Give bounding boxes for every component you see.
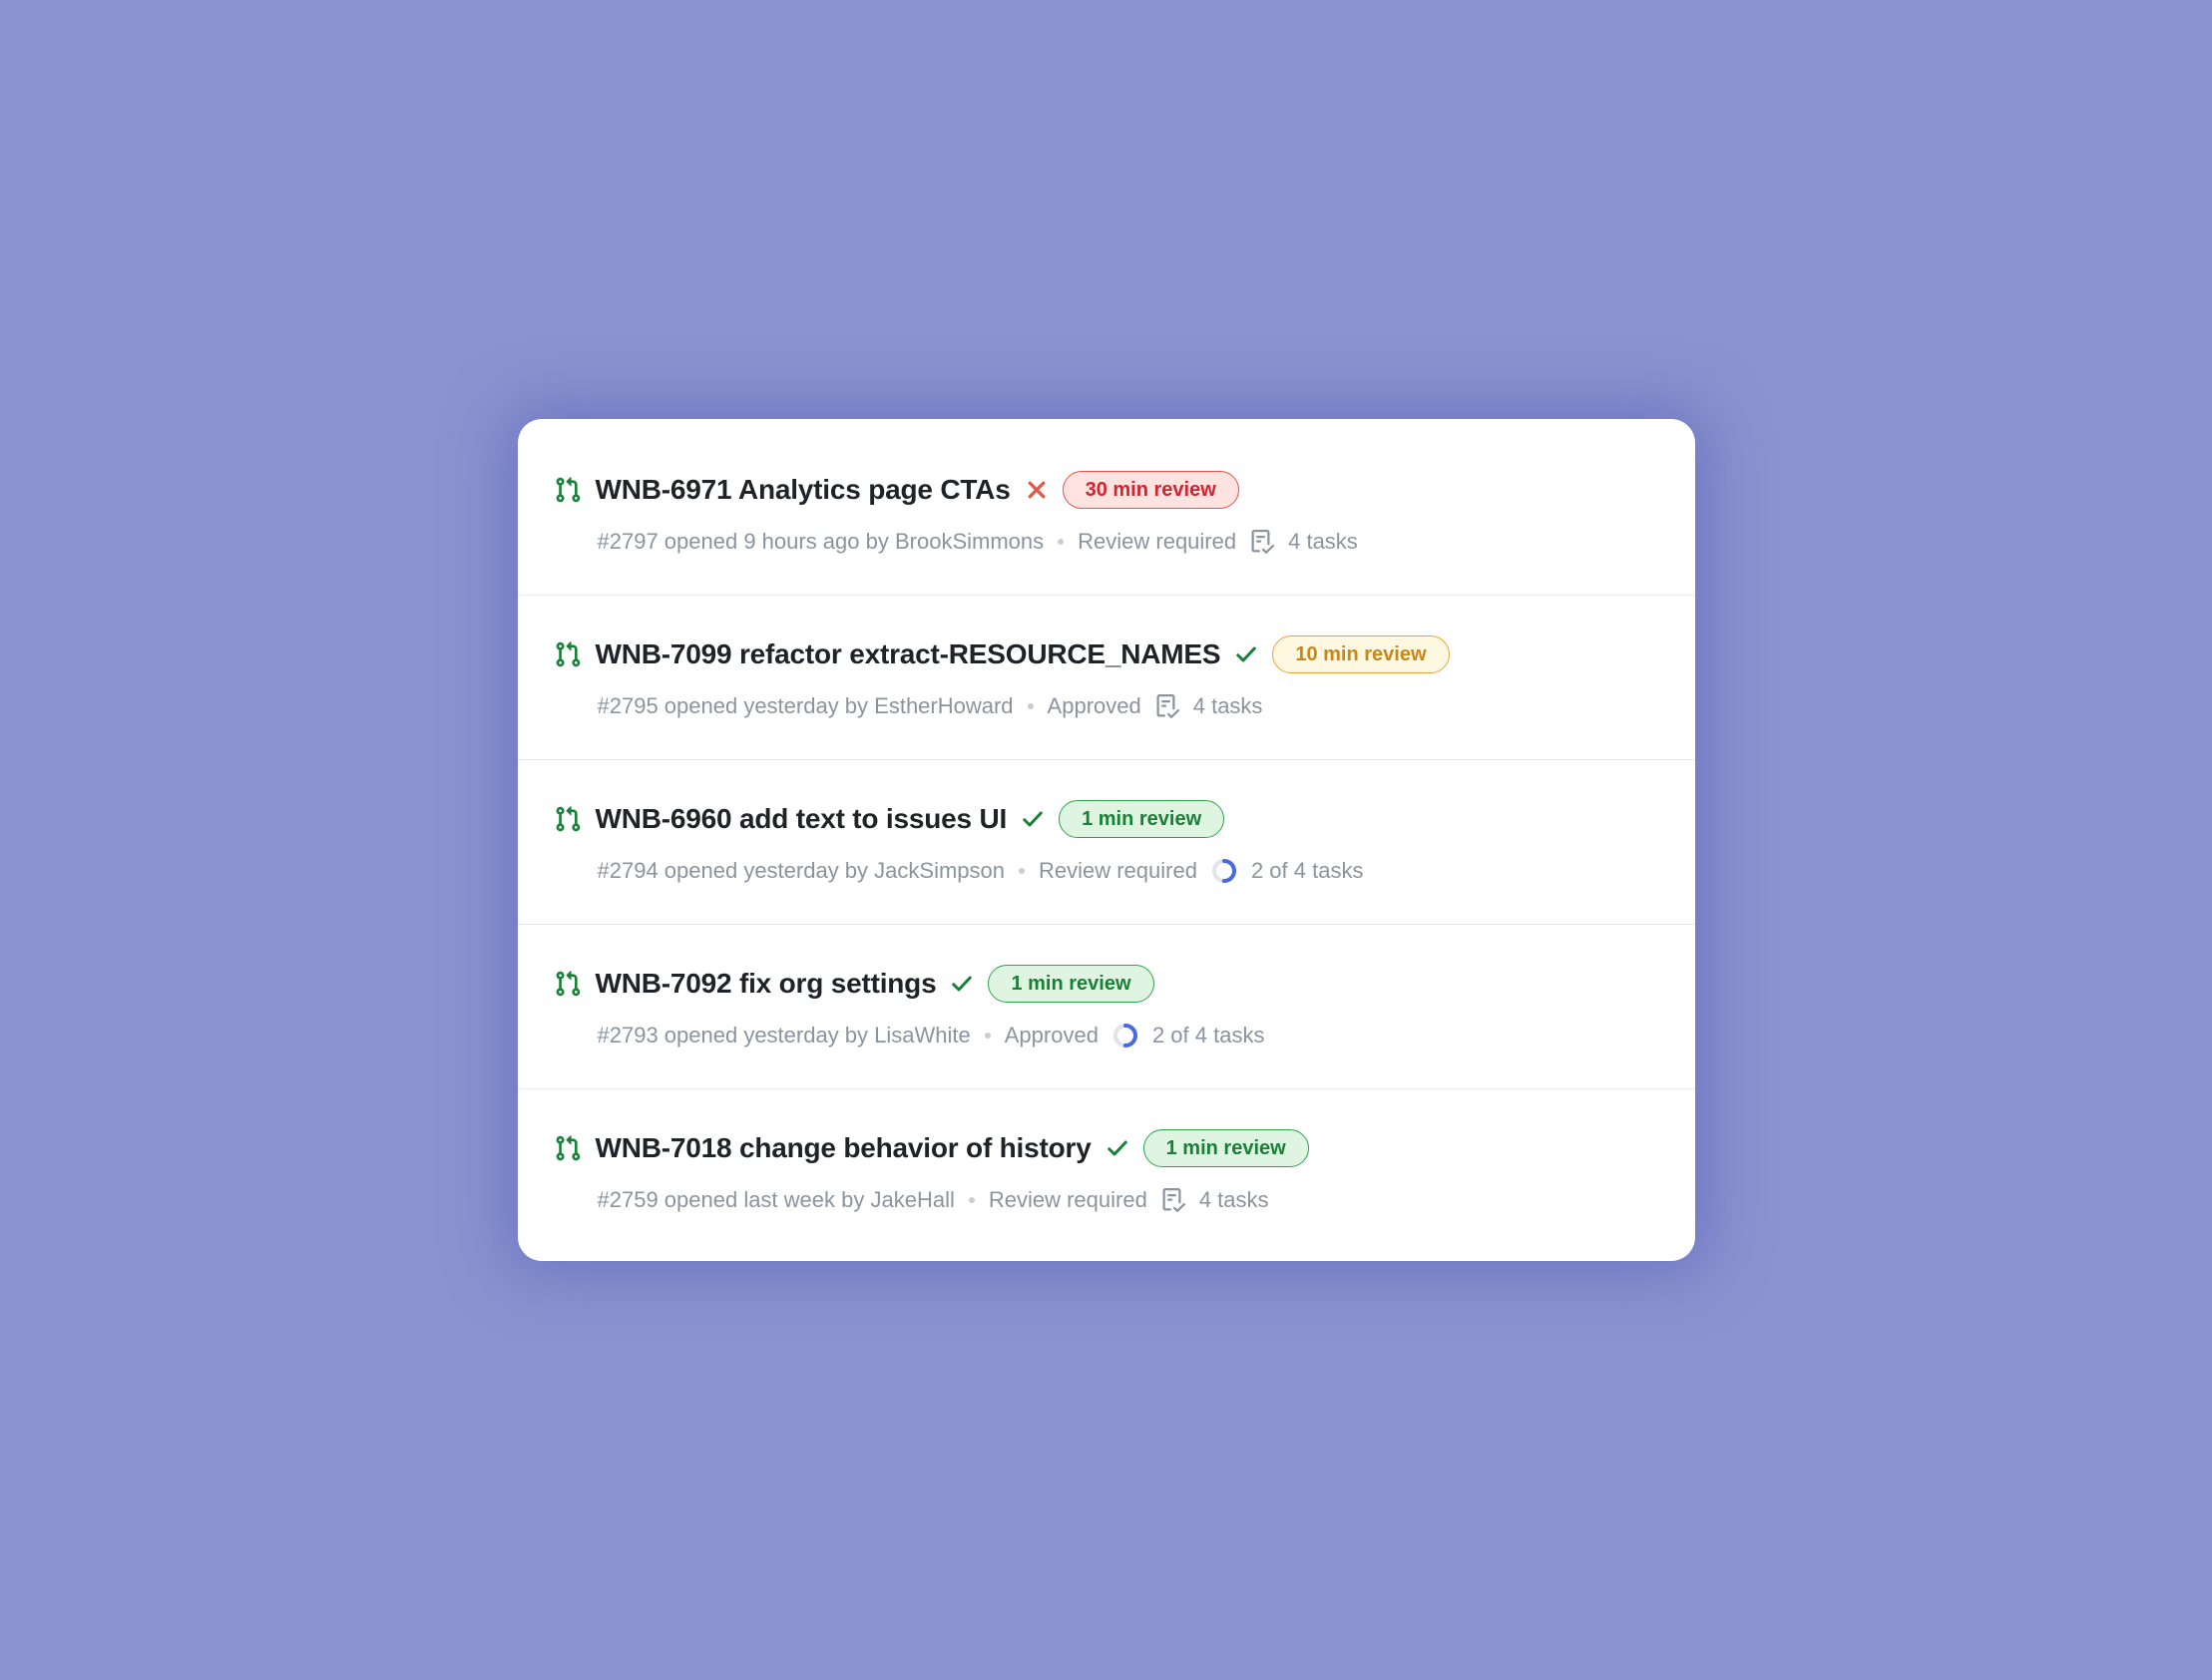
review-status-text: Review required (1078, 529, 1236, 555)
review-time-badge: 30 min review (1063, 471, 1239, 509)
pr-title-row: WNB-7099 refactor extract-RESOURCE_NAMES… (554, 635, 1647, 673)
pull-request-icon (554, 640, 582, 668)
pr-title[interactable]: WNB-6971 Analytics page CTAs (596, 474, 1011, 506)
pr-meta-row: #2797 opened 9 hours ago by BrookSimmons… (554, 529, 1647, 555)
pr-meta-row: #2794 opened yesterday by JackSimpson Re… (554, 858, 1647, 884)
pr-meta-row: #2793 opened yesterday by LisaWhite Appr… (554, 1023, 1647, 1049)
review-status-text: Approved (1048, 693, 1141, 719)
review-status-text: Approved (1005, 1023, 1099, 1049)
separator-dot (1028, 703, 1034, 709)
pull-request-icon (554, 1134, 582, 1162)
pull-request-icon (554, 476, 582, 504)
tasks-label: 2 of 4 tasks (1251, 858, 1364, 884)
tasks-label: 4 tasks (1288, 529, 1358, 555)
check-icon (1021, 807, 1045, 831)
pr-title-row: WNB-7092 fix org settings 1 min review (554, 965, 1647, 1003)
checklist-icon (1155, 694, 1179, 718)
separator-dot (1058, 539, 1064, 545)
review-time-badge: 1 min review (1059, 800, 1224, 838)
pr-title-row: WNB-6960 add text to issues UI 1 min rev… (554, 800, 1647, 838)
pr-item[interactable]: WNB-7092 fix org settings 1 min review #… (518, 925, 1695, 1089)
pr-title[interactable]: WNB-6960 add text to issues UI (596, 803, 1008, 835)
pr-meta-text: #2759 opened last week by JakeHall (598, 1187, 955, 1213)
review-time-badge: 1 min review (988, 965, 1153, 1003)
review-time-badge: 1 min review (1143, 1129, 1309, 1167)
review-status-text: Review required (989, 1187, 1147, 1213)
pr-meta-text: #2794 opened yesterday by JackSimpson (598, 858, 1005, 884)
pr-title[interactable]: WNB-7018 change behavior of history (596, 1132, 1092, 1164)
tasks-label: 4 tasks (1193, 693, 1263, 719)
tasks-label: 2 of 4 tasks (1152, 1023, 1265, 1049)
progress-ring-icon (1112, 1023, 1138, 1049)
pr-title[interactable]: WNB-7092 fix org settings (596, 968, 937, 1000)
check-icon (1234, 642, 1258, 666)
checklist-icon (1161, 1188, 1185, 1212)
separator-dot (969, 1197, 975, 1203)
pr-item[interactable]: WNB-6960 add text to issues UI 1 min rev… (518, 760, 1695, 925)
pr-title-row: WNB-7018 change behavior of history 1 mi… (554, 1129, 1647, 1167)
pr-item[interactable]: WNB-7018 change behavior of history 1 mi… (518, 1089, 1695, 1241)
separator-dot (985, 1033, 991, 1039)
pr-title[interactable]: WNB-7099 refactor extract-RESOURCE_NAMES (596, 638, 1221, 670)
pull-request-icon (554, 970, 582, 998)
pr-meta-text: #2795 opened yesterday by EstherHoward (598, 693, 1014, 719)
pr-meta-text: #2793 opened yesterday by LisaWhite (598, 1023, 971, 1049)
pr-meta-row: #2759 opened last week by JakeHall Revie… (554, 1187, 1647, 1213)
progress-ring-icon (1211, 858, 1237, 884)
review-status-text: Review required (1039, 858, 1197, 884)
checklist-icon (1250, 530, 1274, 554)
pr-title-row: WNB-6971 Analytics page CTAs 30 min revi… (554, 471, 1647, 509)
pr-meta-row: #2795 opened yesterday by EstherHoward A… (554, 693, 1647, 719)
pr-item[interactable]: WNB-7099 refactor extract-RESOURCE_NAMES… (518, 596, 1695, 760)
pr-meta-text: #2797 opened 9 hours ago by BrookSimmons (598, 529, 1045, 555)
separator-dot (1019, 868, 1025, 874)
pr-item[interactable]: WNB-6971 Analytics page CTAs 30 min revi… (518, 447, 1695, 596)
pull-request-icon (554, 805, 582, 833)
review-time-badge: 10 min review (1272, 635, 1449, 673)
pr-list-card: WNB-6971 Analytics page CTAs 30 min revi… (518, 419, 1695, 1261)
check-icon (950, 972, 974, 996)
x-icon (1025, 478, 1049, 502)
check-icon (1106, 1136, 1129, 1160)
tasks-label: 4 tasks (1199, 1187, 1269, 1213)
